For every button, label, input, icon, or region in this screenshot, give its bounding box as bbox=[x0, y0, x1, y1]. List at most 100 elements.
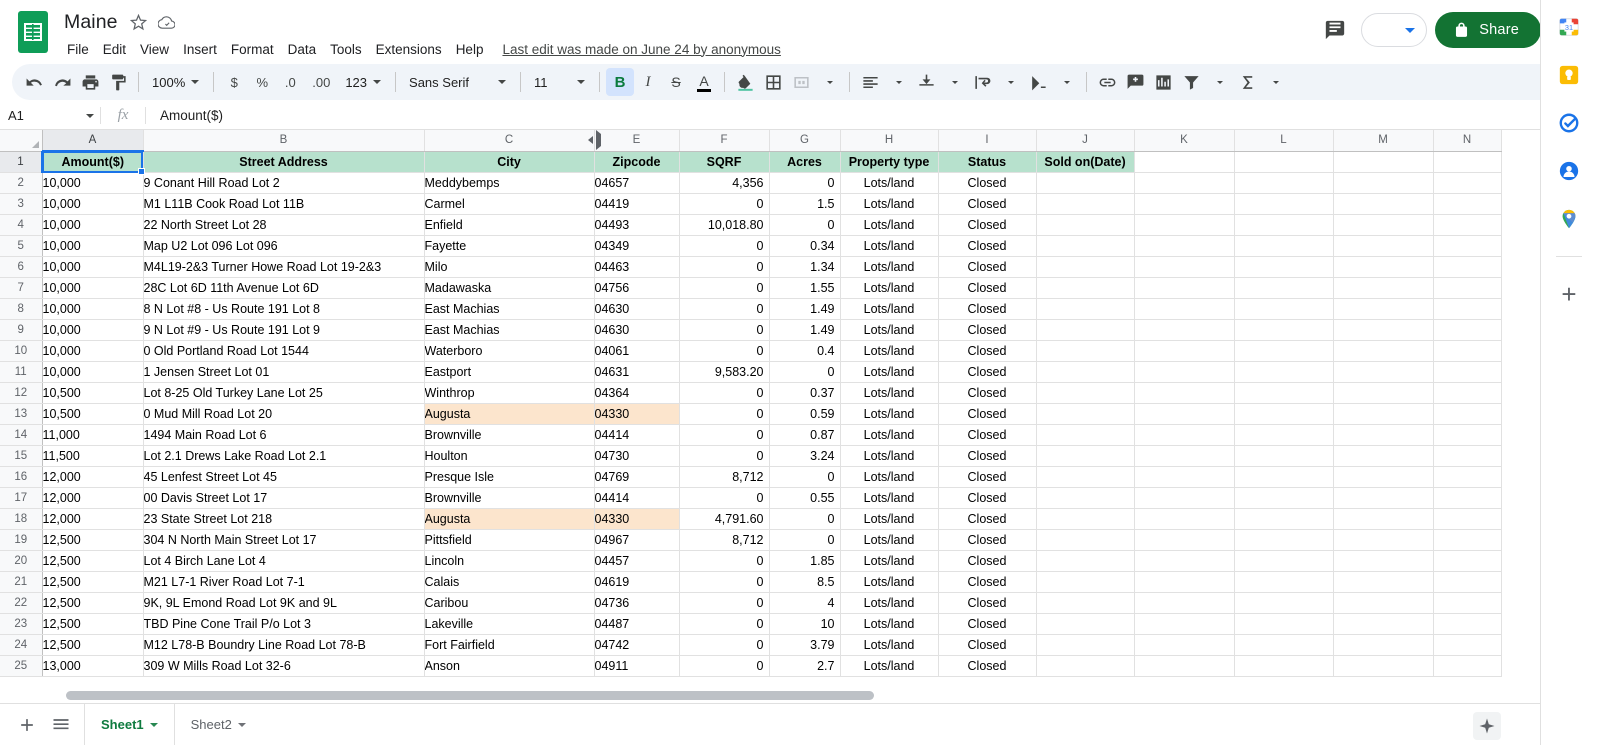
cell-N23[interactable] bbox=[1433, 614, 1501, 635]
row-header-21[interactable]: 21 bbox=[0, 572, 42, 593]
cell-city-row-7[interactable]: Madawaska bbox=[424, 278, 594, 299]
cell-address-row-19[interactable]: 304 N North Main Street Lot 17 bbox=[143, 530, 424, 551]
cell-address-row-18[interactable]: 23 State Street Lot 218 bbox=[143, 509, 424, 530]
cell-N10[interactable] bbox=[1433, 341, 1501, 362]
cell-acres-row-12[interactable]: 0.37 bbox=[769, 383, 840, 404]
cell-status-row-13[interactable]: Closed bbox=[938, 404, 1036, 425]
hidden-column-left-marker[interactable] bbox=[588, 130, 593, 151]
cell-N13[interactable] bbox=[1433, 404, 1501, 425]
cell-property-type-row-8[interactable]: Lots/land bbox=[840, 299, 938, 320]
paint-format-button[interactable] bbox=[104, 68, 132, 96]
cell-status-row-20[interactable]: Closed bbox=[938, 551, 1036, 572]
cell-zipcode-row-4[interactable]: 04493 bbox=[594, 215, 679, 236]
row-header-6[interactable]: 6 bbox=[0, 257, 42, 278]
horizontal-align-arrow[interactable] bbox=[884, 68, 912, 96]
horizontal-scrollbar-thumb[interactable] bbox=[66, 691, 874, 700]
cell-M4[interactable] bbox=[1333, 215, 1433, 236]
cell-address-row-2[interactable]: 9 Conant Hill Road Lot 2 bbox=[143, 173, 424, 194]
cell-sold-on-date-row-25[interactable] bbox=[1036, 656, 1134, 677]
cell-sold-on-date-row-3[interactable] bbox=[1036, 194, 1134, 215]
cell-M19[interactable] bbox=[1333, 530, 1433, 551]
cell-address-row-5[interactable]: Map U2 Lot 096 Lot 096 bbox=[143, 236, 424, 257]
redo-button[interactable] bbox=[48, 68, 76, 96]
star-icon[interactable] bbox=[128, 11, 150, 33]
cell-M21[interactable] bbox=[1333, 572, 1433, 593]
column-header-H[interactable]: H bbox=[840, 130, 938, 151]
cell-property-type-row-20[interactable]: Lots/land bbox=[840, 551, 938, 572]
cell-M23[interactable] bbox=[1333, 614, 1433, 635]
row-header-8[interactable]: 8 bbox=[0, 299, 42, 320]
cell-G1[interactable]: Acres bbox=[769, 151, 840, 173]
cell-K4[interactable] bbox=[1134, 215, 1234, 236]
cell-N12[interactable] bbox=[1433, 383, 1501, 404]
cell-property-type-row-6[interactable]: Lots/land bbox=[840, 257, 938, 278]
cell-N17[interactable] bbox=[1433, 488, 1501, 509]
cell-N18[interactable] bbox=[1433, 509, 1501, 530]
cell-status-row-11[interactable]: Closed bbox=[938, 362, 1036, 383]
cell-acres-row-25[interactable]: 2.7 bbox=[769, 656, 840, 677]
cell-amount-row-17[interactable]: 12,000 bbox=[42, 488, 143, 509]
increase-decimal-button[interactable]: .00 bbox=[304, 68, 338, 96]
column-header-N[interactable]: N bbox=[1433, 130, 1501, 151]
cell-property-type-row-11[interactable]: Lots/land bbox=[840, 362, 938, 383]
cell-property-type-row-17[interactable]: Lots/land bbox=[840, 488, 938, 509]
cell-H1[interactable]: Property type bbox=[840, 151, 938, 173]
cell-amount-row-7[interactable]: 10,000 bbox=[42, 278, 143, 299]
text-wrapping-button[interactable] bbox=[968, 68, 996, 96]
cell-address-row-20[interactable]: Lot 4 Birch Lane Lot 4 bbox=[143, 551, 424, 572]
print-button[interactable] bbox=[76, 68, 104, 96]
cell-amount-row-6[interactable]: 10,000 bbox=[42, 257, 143, 278]
cell-N21[interactable] bbox=[1433, 572, 1501, 593]
cell-L12[interactable] bbox=[1234, 383, 1333, 404]
cell-acres-row-21[interactable]: 8.5 bbox=[769, 572, 840, 593]
row-header-3[interactable]: 3 bbox=[0, 194, 42, 215]
cell-acres-row-20[interactable]: 1.85 bbox=[769, 551, 840, 572]
cell-amount-row-20[interactable]: 12,500 bbox=[42, 551, 143, 572]
cell-N15[interactable] bbox=[1433, 446, 1501, 467]
cell-L19[interactable] bbox=[1234, 530, 1333, 551]
cell-city-row-12[interactable]: Winthrop bbox=[424, 383, 594, 404]
bold-button[interactable]: B bbox=[606, 68, 634, 96]
cell-K12[interactable] bbox=[1134, 383, 1234, 404]
cell-K20[interactable] bbox=[1134, 551, 1234, 572]
row-header-23[interactable]: 23 bbox=[0, 614, 42, 635]
cell-K17[interactable] bbox=[1134, 488, 1234, 509]
cell-B1[interactable]: Street Address bbox=[143, 151, 424, 173]
cell-amount-row-18[interactable]: 12,000 bbox=[42, 509, 143, 530]
cell-N6[interactable] bbox=[1433, 257, 1501, 278]
cell-property-type-row-7[interactable]: Lots/land bbox=[840, 278, 938, 299]
select-all-corner[interactable] bbox=[0, 130, 42, 151]
cell-property-type-row-14[interactable]: Lots/land bbox=[840, 425, 938, 446]
cell-property-type-row-2[interactable]: Lots/land bbox=[840, 173, 938, 194]
cell-zipcode-row-12[interactable]: 04364 bbox=[594, 383, 679, 404]
cell-property-type-row-3[interactable]: Lots/land bbox=[840, 194, 938, 215]
document-title[interactable]: Maine bbox=[60, 10, 122, 35]
cell-L5[interactable] bbox=[1234, 236, 1333, 257]
cell-sold-on-date-row-24[interactable] bbox=[1036, 635, 1134, 656]
google-keep-icon[interactable] bbox=[1556, 62, 1582, 88]
comment-history-icon[interactable] bbox=[1317, 12, 1353, 48]
cell-zipcode-row-11[interactable]: 04631 bbox=[594, 362, 679, 383]
text-wrapping-arrow[interactable] bbox=[996, 68, 1024, 96]
cell-L10[interactable] bbox=[1234, 341, 1333, 362]
cell-M18[interactable] bbox=[1333, 509, 1433, 530]
cell-sold-on-date-row-19[interactable] bbox=[1036, 530, 1134, 551]
zoom-select[interactable]: 100% bbox=[145, 68, 207, 96]
cell-K22[interactable] bbox=[1134, 593, 1234, 614]
cell-zipcode-row-22[interactable]: 04736 bbox=[594, 593, 679, 614]
cell-amount-row-24[interactable]: 12,500 bbox=[42, 635, 143, 656]
cell-sold-on-date-row-13[interactable] bbox=[1036, 404, 1134, 425]
cell-C1[interactable]: City bbox=[424, 151, 594, 173]
cell-acres-row-17[interactable]: 0.55 bbox=[769, 488, 840, 509]
cell-sold-on-date-row-20[interactable] bbox=[1036, 551, 1134, 572]
sheet-tab-sheet1[interactable]: Sheet1 bbox=[84, 704, 175, 745]
row-header-10[interactable]: 10 bbox=[0, 341, 42, 362]
cell-N11[interactable] bbox=[1433, 362, 1501, 383]
cell-city-row-4[interactable]: Enfield bbox=[424, 215, 594, 236]
cell-sqrf-row-19[interactable]: 8,712 bbox=[679, 530, 769, 551]
cell-city-row-16[interactable]: Presque Isle bbox=[424, 467, 594, 488]
chevron-down-icon[interactable] bbox=[86, 114, 94, 118]
cell-zipcode-row-20[interactable]: 04457 bbox=[594, 551, 679, 572]
cell-property-type-row-15[interactable]: Lots/land bbox=[840, 446, 938, 467]
row-header-13[interactable]: 13 bbox=[0, 404, 42, 425]
